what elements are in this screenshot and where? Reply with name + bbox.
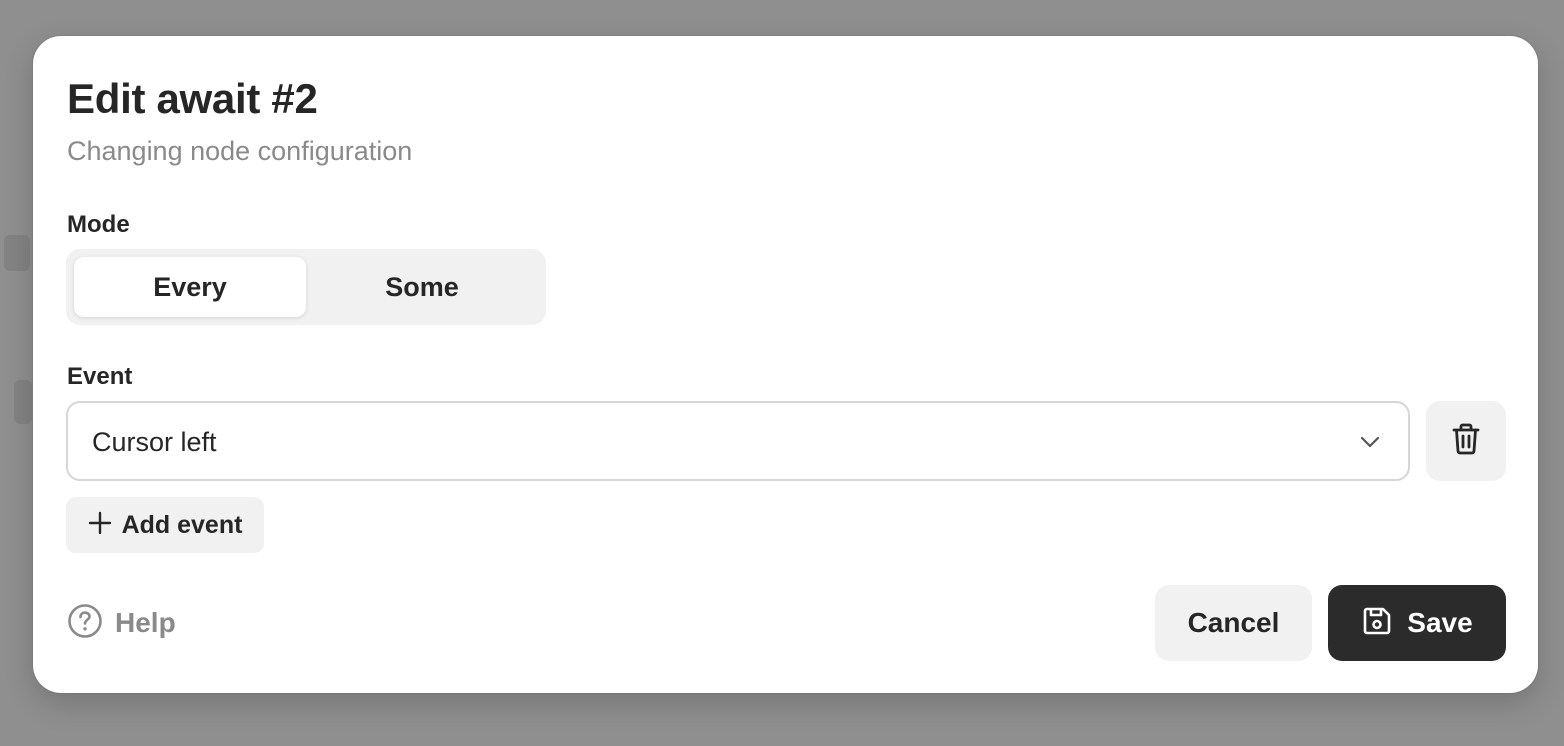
event-select[interactable]: Cursor left [66, 401, 1410, 481]
trash-icon [1450, 422, 1482, 461]
event-label: Event [67, 363, 133, 390]
save-button[interactable]: Save [1328, 585, 1506, 661]
delete-event-button[interactable] [1426, 401, 1506, 481]
help-link[interactable]: Help [67, 603, 176, 643]
event-select-value: Cursor left [92, 427, 217, 457]
background-node [4, 235, 30, 271]
mode-label: Mode [67, 211, 130, 238]
cancel-button[interactable]: Cancel [1155, 585, 1312, 661]
question-circle-icon [67, 603, 103, 644]
save-label: Save [1407, 607, 1473, 638]
chevron-down-icon [1358, 430, 1382, 454]
mode-option-some[interactable]: Some [306, 257, 538, 317]
dialog-title: Edit await #2 [67, 75, 318, 122]
add-event-label: Add event [121, 510, 243, 539]
floppy-disk-icon [1361, 605, 1393, 642]
edit-await-dialog: Edit await #2 Changing node configuratio… [33, 36, 1538, 693]
mode-segmented-control: Every Some [66, 249, 546, 325]
dialog-subtitle: Changing node configuration [67, 136, 413, 166]
background-node [14, 380, 32, 424]
help-label: Help [115, 607, 176, 638]
add-event-button[interactable]: Add event [66, 497, 264, 553]
plus-icon [88, 511, 112, 540]
mode-option-every[interactable]: Every [74, 257, 306, 317]
